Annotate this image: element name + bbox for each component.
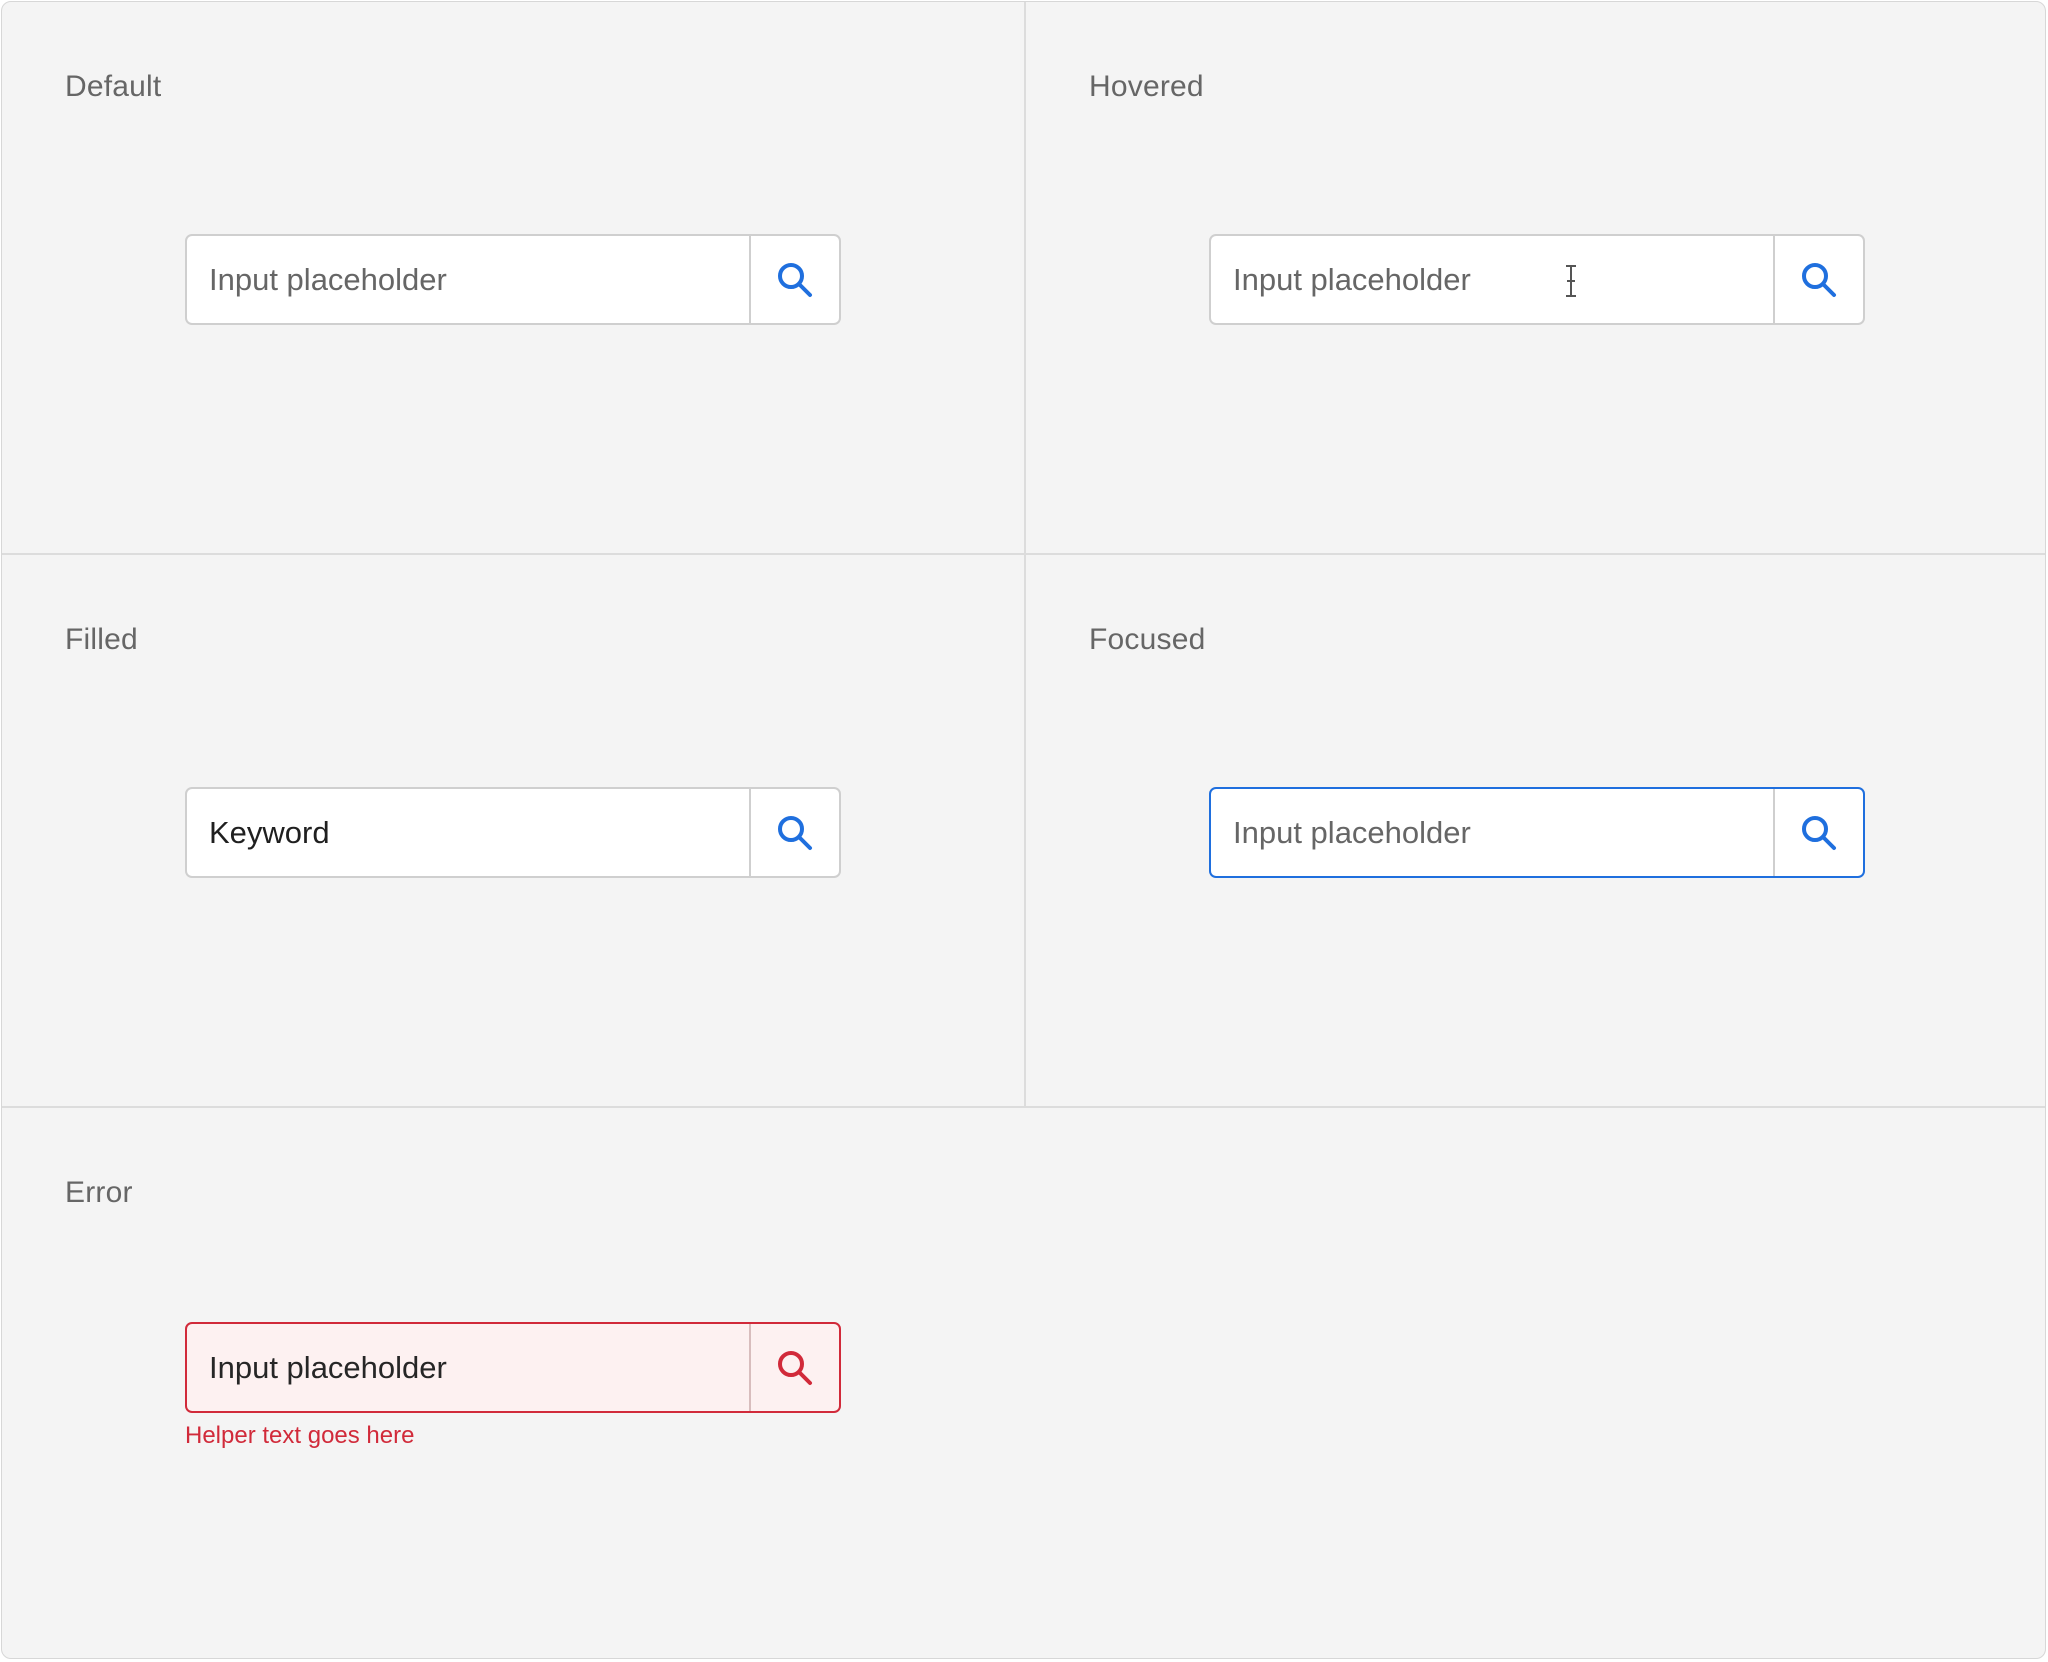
text-cursor-icon [1566,265,1576,297]
cell-default: Default Input placeholder [2,2,1024,553]
search-icon [778,1350,812,1385]
search-input[interactable]: Input placeholder [1211,236,1773,323]
search-input[interactable]: Input placeholder [187,1324,749,1411]
cell-hovered: Hovered Input placeholder [1026,2,2045,553]
state-label: Default [65,70,162,103]
search-box: Input placeholder [1209,787,1865,878]
cell-error: Error Input placeholder Helper text goes… [2,1108,2045,1658]
search-button[interactable] [749,236,839,323]
state-label: Focused [1089,623,1206,656]
search-icon [1802,815,1836,850]
search-icon [778,815,812,850]
search-box: Input placeholder [185,1322,841,1413]
state-matrix: Default Input placeholder Hovered Input … [1,1,2046,1659]
state-label: Hovered [1089,70,1204,103]
search-icon [1802,262,1836,297]
search-box: Input placeholder [1209,234,1865,325]
helper-text: Helper text goes here [185,1422,415,1449]
search-button[interactable] [1773,789,1863,876]
search-input[interactable]: Keyword [187,789,749,876]
cell-filled: Filled Keyword [2,555,1024,1106]
search-icon [778,262,812,297]
state-label: Error [65,1176,133,1209]
state-label: Filled [65,623,138,656]
search-input[interactable]: Input placeholder [1211,789,1773,876]
search-box: Input placeholder [185,234,841,325]
search-input[interactable]: Input placeholder [187,236,749,323]
search-button[interactable] [1773,236,1863,323]
search-box: Keyword [185,787,841,878]
cell-focused: Focused Input placeholder [1026,555,2045,1106]
search-button[interactable] [749,1324,839,1411]
search-button[interactable] [749,789,839,876]
